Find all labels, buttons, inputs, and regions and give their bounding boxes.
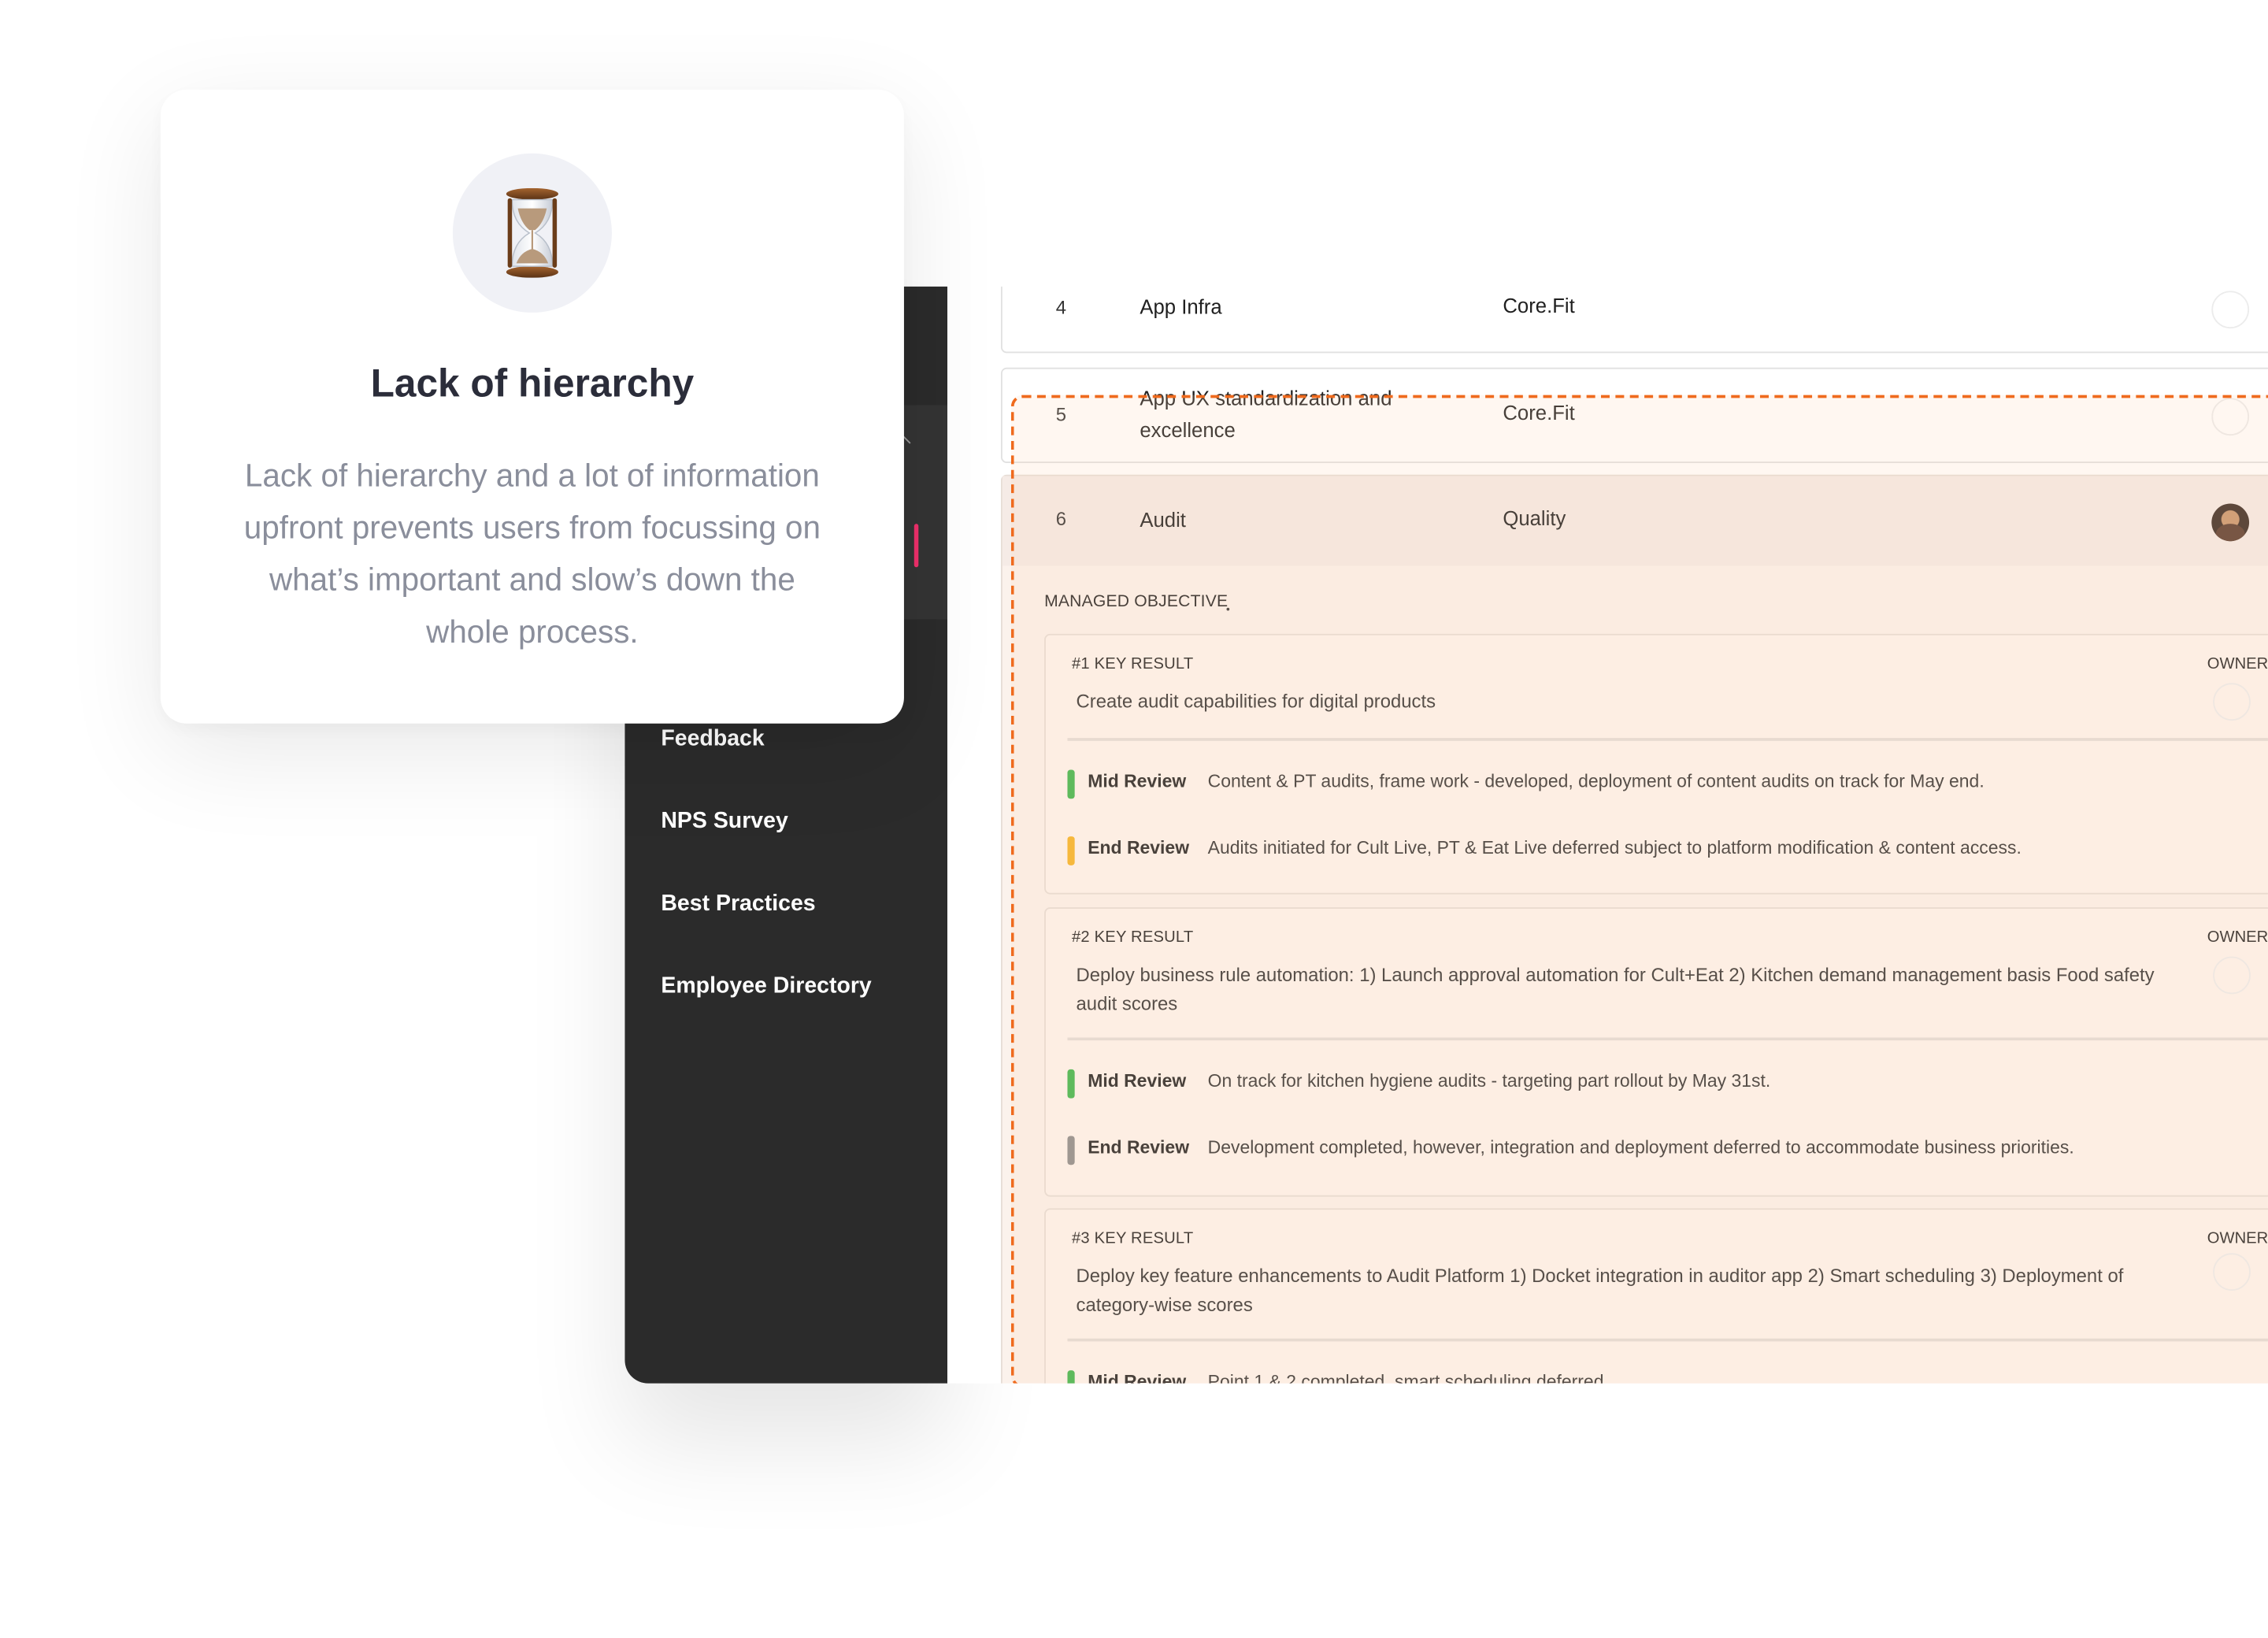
dot-icon — [1226, 607, 1230, 611]
review-label: Mid Review — [1088, 1371, 1187, 1384]
key-result-title: Deploy key feature enhancements to Audit… — [1076, 1264, 2124, 1316]
sidebar-item-employee-directory[interactable]: Employee Directory — [661, 974, 871, 1000]
hourglass-icon — [506, 187, 558, 278]
key-result-card: #2 KEY RESULT OWNER Deploy business rule… — [1044, 907, 2268, 1197]
sidebar-item-feedback[interactable]: Feedback — [661, 726, 764, 752]
key-result-header: #3 KEY RESULT — [1071, 1229, 1194, 1247]
owner-avatar-placeholder — [2211, 398, 2250, 436]
row-name: Audit — [1140, 507, 1186, 532]
owner-label: OWNER — [2207, 1229, 2268, 1247]
key-result-card: #3 KEY RESULT OWNER Deploy key feature e… — [1044, 1208, 2268, 1384]
row-team: Core.Fit — [1503, 294, 1575, 317]
review-label: End Review — [1088, 837, 1190, 858]
review-text: Content & PT audits, frame work - develo… — [1207, 771, 1984, 792]
sidebar-item-best-practices[interactable]: Best Practices — [661, 891, 815, 917]
owner-label: OWNER — [2207, 928, 2268, 947]
row-number: 5 — [1055, 403, 1067, 426]
status-indicator — [1067, 1069, 1075, 1099]
status-indicator — [1067, 836, 1075, 865]
review-label: Mid Review — [1088, 771, 1187, 792]
review-text: On track for kitchen hygiene audits - ta… — [1207, 1070, 1771, 1091]
card-description: Lack of hierarchy and a lot of informati… — [243, 457, 821, 650]
divider — [1067, 738, 2268, 741]
stage: Feedback NPS Survey Best Practices Emplo… — [0, 0, 2268, 1638]
owner-avatar-placeholder[interactable] — [2213, 1253, 2251, 1292]
sidebar-item-nps-survey[interactable]: NPS Survey — [661, 809, 788, 835]
owner-avatar-placeholder[interactable] — [2213, 956, 2251, 995]
row-number: 6 — [1055, 507, 1067, 530]
owner-avatar-placeholder — [2211, 291, 2250, 329]
owner-label: OWNER — [2207, 655, 2268, 673]
status-indicator — [1067, 1136, 1075, 1166]
insight-card: Lack of hierarchy Lack of hierarchy and … — [160, 89, 904, 724]
row-number: 4 — [1055, 296, 1067, 319]
key-result-card: #1 KEY RESULT OWNER Create audit capabil… — [1044, 633, 2268, 895]
row-team: Quality — [1503, 506, 1566, 530]
icon-badge — [452, 153, 612, 313]
review-label: Mid Review — [1088, 1070, 1187, 1091]
divider — [1067, 1338, 2268, 1342]
owner-avatar-placeholder[interactable] — [2213, 683, 2251, 721]
divider — [1067, 1037, 2268, 1041]
table-row[interactable]: 4 App Infra Core.Fit — [1000, 286, 2268, 354]
key-result-header: #2 KEY RESULT — [1071, 928, 1194, 947]
okr-table-panel: 4 App Infra Core.Fit 5 App UX standardiz… — [947, 286, 2268, 1384]
managed-objective-label: MANAGED OBJECTIVE — [1044, 593, 1228, 611]
key-result-title: Deploy business rule automation: 1) Laun… — [1076, 963, 2155, 1015]
review-text: Development completed, however, integrat… — [1207, 1137, 2074, 1158]
key-result-title: Create audit capabilities for digital pr… — [1076, 690, 1436, 713]
row-team: Core.Fit — [1503, 400, 1575, 424]
status-indicator — [1067, 1370, 1075, 1384]
key-result-header: #1 KEY RESULT — [1071, 655, 1194, 673]
row-name: App Infra — [1140, 295, 1222, 319]
review-text: Audits initiated for Cult Live, PT & Eat… — [1207, 837, 2022, 858]
review-label: End Review — [1088, 1137, 1190, 1158]
card-title: Lack of hierarchy — [370, 361, 695, 406]
status-indicator — [1067, 769, 1075, 799]
row-header[interactable] — [1002, 476, 2268, 566]
review-text: Point 1 & 2 completed, smart scheduling … — [1207, 1371, 1604, 1384]
row-name: App UX standardization and excellence — [1140, 386, 1392, 442]
owner-avatar[interactable] — [2211, 503, 2250, 542]
table-row[interactable]: 5 App UX standardization and excellence … — [1000, 367, 2268, 463]
active-indicator — [914, 524, 919, 568]
